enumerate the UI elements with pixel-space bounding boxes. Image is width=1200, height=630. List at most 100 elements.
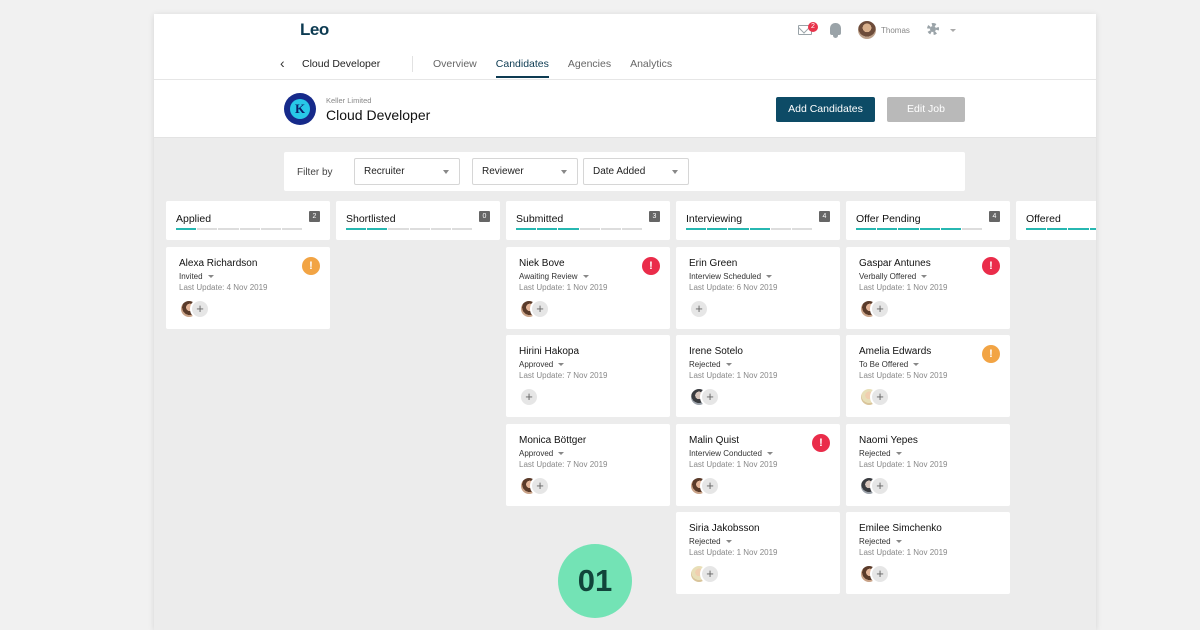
last-update: Last Update: 7 Nov 2019: [519, 460, 608, 469]
logo[interactable]: Leo: [300, 20, 329, 40]
alert-icon[interactable]: !: [812, 434, 830, 452]
chevron-down-icon: [561, 170, 567, 174]
top-header: Leo ‹ Cloud Developer Overview Candidate…: [154, 14, 1096, 80]
stage-progress: [856, 228, 983, 230]
bell-icon[interactable]: [830, 23, 841, 38]
last-update: Last Update: 1 Nov 2019: [859, 460, 948, 469]
plus-icon[interactable]: +: [700, 476, 720, 496]
column-header: Interviewing 4: [676, 201, 840, 240]
tab-overview[interactable]: Overview: [433, 58, 477, 78]
last-update: Last Update: 1 Nov 2019: [689, 460, 778, 469]
column-title: Offered: [1026, 213, 1061, 225]
user-name[interactable]: Thomas: [881, 26, 910, 35]
candidate-status-dropdown[interactable]: Awaiting Review: [519, 272, 589, 281]
recruiter-select[interactable]: Recruiter: [354, 158, 460, 185]
candidate-name: Emilee Simchenko: [859, 523, 942, 534]
candidate-status-dropdown[interactable]: Rejected: [689, 537, 732, 546]
candidate-status-dropdown[interactable]: Approved: [519, 360, 565, 369]
step-number-badge: 01: [558, 544, 632, 618]
last-update: Last Update: 5 Nov 2019: [859, 371, 948, 380]
plus-icon[interactable]: +: [870, 387, 890, 407]
candidate-card[interactable]: Hirini Hakopa Approved Last Update: 7 No…: [506, 335, 670, 417]
column-header: Shortlisted 0: [336, 201, 500, 240]
column-header: Offer Pending 4: [846, 201, 1010, 240]
gear-icon[interactable]: [927, 23, 939, 35]
candidate-status-dropdown[interactable]: Invited: [179, 272, 214, 281]
chevron-down-icon: [207, 275, 214, 279]
last-update: Last Update: 1 Nov 2019: [689, 548, 778, 557]
candidate-card[interactable]: Irene Sotelo Rejected Last Update: 1 Nov…: [676, 335, 840, 417]
chevron-down-icon: [766, 275, 773, 279]
alert-icon[interactable]: !: [642, 257, 660, 275]
column-title: Interviewing: [686, 213, 743, 225]
chevron-down-icon: [558, 452, 565, 456]
company-name: Keller Limited: [326, 96, 372, 105]
column-title: Applied: [176, 213, 212, 225]
chevron-down-icon: [582, 275, 589, 279]
date-added-select[interactable]: Date Added: [583, 158, 689, 185]
candidate-name: Niek Bove: [519, 258, 565, 269]
candidate-status-dropdown[interactable]: Rejected: [859, 449, 902, 458]
mail-count-badge: 2: [808, 22, 818, 32]
edit-job-button[interactable]: Edit Job: [887, 97, 965, 122]
alert-icon[interactable]: !: [982, 257, 1000, 275]
last-update: Last Update: 1 Nov 2019: [859, 283, 948, 292]
plus-icon[interactable]: +: [870, 476, 890, 496]
candidate-name: Amelia Edwards: [859, 346, 932, 357]
tab-candidates[interactable]: Candidates: [495, 58, 550, 78]
filter-bar: Filter by Recruiter Reviewer Date Added: [284, 152, 965, 191]
app-window: Leo ‹ Cloud Developer Overview Candidate…: [154, 14, 1096, 630]
candidate-status-dropdown[interactable]: Verbally Offered: [859, 272, 928, 281]
plus-icon[interactable]: +: [530, 476, 550, 496]
chevron-down-icon: [766, 452, 773, 456]
candidate-status-dropdown[interactable]: Rejected: [689, 360, 732, 369]
candidate-card[interactable]: Naomi Yepes Rejected Last Update: 1 Nov …: [846, 424, 1010, 506]
column-header: Offered: [1016, 201, 1096, 240]
chevron-down-icon: [921, 275, 928, 279]
tab-agencies[interactable]: Agencies: [568, 58, 611, 78]
tab-analytics[interactable]: Analytics: [630, 58, 672, 78]
divider: [412, 56, 413, 72]
plus-icon[interactable]: +: [870, 564, 890, 584]
alert-icon[interactable]: !: [302, 257, 320, 275]
tab-bar: Overview Candidates Agencies Analytics: [433, 58, 691, 78]
page-title: Cloud Developer: [326, 107, 431, 123]
plus-icon[interactable]: +: [700, 387, 720, 407]
candidate-status-dropdown[interactable]: Interview Conducted: [689, 449, 773, 458]
chevron-down-icon: [443, 170, 449, 174]
candidate-card[interactable]: Gaspar Antunes Verbally Offered Last Upd…: [846, 247, 1010, 329]
candidate-status-dropdown[interactable]: To Be Offered: [859, 360, 920, 369]
plus-icon[interactable]: +: [519, 387, 539, 407]
plus-icon[interactable]: +: [530, 299, 550, 319]
chevron-left-icon[interactable]: ‹: [280, 55, 285, 71]
plus-icon[interactable]: +: [689, 299, 709, 319]
add-candidates-button[interactable]: Add Candidates: [776, 97, 875, 122]
plus-icon[interactable]: +: [190, 299, 210, 319]
column-title: Shortlisted: [346, 213, 396, 225]
plus-icon[interactable]: +: [870, 299, 890, 319]
candidate-status-dropdown[interactable]: Rejected: [859, 537, 902, 546]
column-count: 0: [479, 211, 490, 222]
candidate-status-dropdown[interactable]: Interview Scheduled: [689, 272, 773, 281]
candidate-card[interactable]: Niek Bove Awaiting Review Last Update: 1…: [506, 247, 670, 329]
chevron-down-icon: [725, 363, 732, 367]
candidate-name: Gaspar Antunes: [859, 258, 931, 269]
candidate-card[interactable]: Amelia Edwards To Be Offered Last Update…: [846, 335, 1010, 417]
column-header: Applied 2: [166, 201, 330, 240]
candidate-card[interactable]: Monica Böttger Approved Last Update: 7 N…: [506, 424, 670, 506]
candidate-status-dropdown[interactable]: Approved: [519, 449, 565, 458]
candidate-card[interactable]: Emilee Simchenko Rejected Last Update: 1…: [846, 512, 1010, 594]
plus-icon[interactable]: +: [700, 564, 720, 584]
candidate-card[interactable]: Siria Jakobsson Rejected Last Update: 1 …: [676, 512, 840, 594]
avatar[interactable]: [858, 21, 876, 39]
column-count: 2: [309, 211, 320, 222]
alert-icon[interactable]: !: [982, 345, 1000, 363]
candidate-card[interactable]: Malin Quist Interview Conducted Last Upd…: [676, 424, 840, 506]
reviewer-select[interactable]: Reviewer: [472, 158, 578, 185]
candidate-card[interactable]: Alexa Richardson Invited Last Update: 4 …: [166, 247, 330, 329]
candidate-card[interactable]: Erin Green Interview Scheduled Last Upda…: [676, 247, 840, 329]
company-logo: K: [284, 93, 316, 125]
chevron-down-icon[interactable]: [950, 29, 956, 32]
stage-progress: [176, 228, 303, 230]
filter-label: Filter by: [297, 167, 333, 178]
